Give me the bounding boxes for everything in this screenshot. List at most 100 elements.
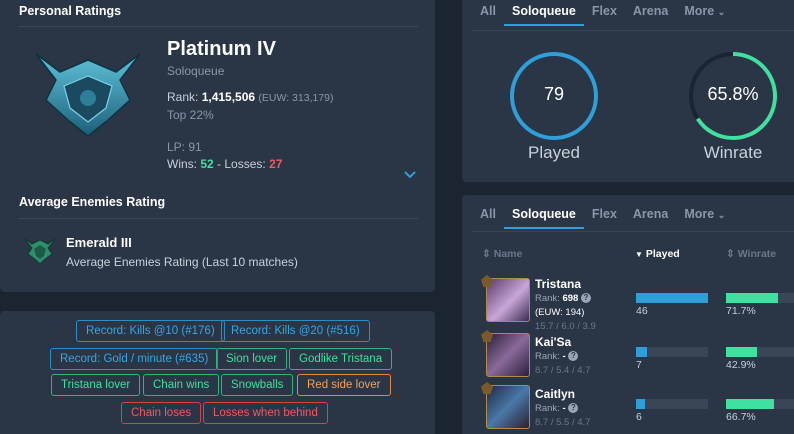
table-row[interactable]: Caitlyn Rank: - ? 8.7 / 5.5 / 4.7 6 66.7… [462, 382, 794, 434]
divider [472, 231, 794, 232]
champion-rank: Rank: - ? [535, 403, 579, 414]
tab-all[interactable]: All [472, 207, 504, 221]
played-label: Played [528, 143, 580, 162]
tab-soloqueue[interactable]: Soloqueue [503, 4, 584, 26]
tab-flex[interactable]: Flex [584, 207, 625, 221]
column-header-played[interactable]: ▼ Played [635, 248, 680, 260]
champion-name: Caitlyn [535, 387, 576, 401]
tag-chain-wins[interactable]: Chain wins [143, 374, 220, 396]
champion-rank-prefix: Rank: [535, 403, 563, 414]
tag-sion-lover[interactable]: Sion lover [216, 348, 288, 370]
rank-prefix: Rank: [167, 90, 202, 104]
winrate-value: 65.8% [707, 84, 759, 104]
chevron-down-icon: ⌄ [717, 210, 726, 220]
sort-icon: ⇕ [482, 248, 491, 260]
champion-portrait-kaisa [486, 333, 530, 377]
tab-arena[interactable]: Arena [625, 207, 676, 221]
help-icon[interactable]: ? [580, 293, 591, 304]
played-bar-fill [636, 293, 708, 303]
column-header-winrate[interactable]: ⇕ Winrate [726, 248, 776, 260]
rank-tier: Platinum IV [167, 38, 276, 60]
expand-chevron-icon[interactable] [404, 167, 416, 179]
tag-red-side-lover[interactable]: Red side lover [297, 374, 391, 396]
table-row[interactable]: Kai'Sa Rank: - ? 8.7 / 5.4 / 4.7 7 42.9% [462, 330, 794, 385]
tag-record-kills-10[interactable]: Record: Kills @10 (#176) [76, 320, 225, 342]
help-icon[interactable]: ? [568, 403, 579, 414]
rank-top-percent: Top 22% [167, 108, 214, 122]
table-row[interactable]: Tristana Rank: 698 ? (EUW: 194) 15.7 / 6… [462, 275, 794, 332]
played-value: 79 [543, 84, 565, 104]
divider [18, 26, 418, 27]
champion-rank-value: - [562, 403, 566, 414]
rank-euw: (EUW: 313,179) [258, 92, 334, 104]
tags-card: Record: Kills @10 (#176) Record: Kills @… [0, 311, 435, 434]
tab-flex[interactable]: Flex [584, 4, 625, 18]
champion-table-card: All Soloqueue Flex Arena More ⌄ ⇕ Name ▼… [462, 195, 794, 434]
column-header-name-label: Name [493, 248, 523, 260]
played-bar-fill [636, 399, 646, 409]
column-header-winrate-label: Winrate [737, 248, 777, 260]
champion-rank-euw: (EUW: 194) [535, 307, 585, 318]
tab-more[interactable]: More ⌄ [676, 4, 733, 18]
tag-record-kills-20[interactable]: Record: Kills @20 (#516) [221, 320, 370, 342]
queue-stats-card: All Soloqueue Flex Arena More ⌄ 79 Playe… [462, 0, 794, 182]
winrate-bar-fill [726, 347, 757, 357]
winrate-bar-fill [726, 399, 775, 409]
queue-tabs-bottom: All Soloqueue Flex Arena More ⌄ [472, 207, 733, 229]
tag-chain-loses[interactable]: Chain loses [121, 402, 202, 424]
platinum-emblem-icon [28, 50, 148, 140]
wins-prefix: Wins: [167, 157, 201, 171]
column-header-played-label: Played [645, 248, 680, 260]
winrate-bar [726, 347, 794, 357]
help-icon[interactable]: ? [568, 351, 579, 362]
champion-name: Kai'Sa [535, 335, 572, 349]
divider [18, 218, 418, 219]
tag-godlike-tristana[interactable]: Godlike Tristana [289, 348, 393, 370]
champion-kda: 15.7 / 6.0 / 3.9 [535, 321, 596, 332]
winrate-label: Winrate [703, 143, 763, 162]
winrate-bar [726, 399, 794, 409]
winrate-bar-fill [726, 293, 778, 303]
lp-value: LP: 91 [167, 140, 202, 154]
champion-rank: Rank: - ? [535, 351, 579, 362]
played-bar [636, 293, 708, 303]
tab-more-label: More [684, 4, 715, 18]
rank-queue: Soloqueue [167, 64, 225, 78]
tab-more-label: More [684, 207, 715, 221]
winrate-percent: 42.9% [726, 359, 756, 371]
sort-icon: ⇕ [726, 248, 735, 260]
divider [472, 30, 794, 31]
enemies-description: Average Enemies Rating (Last 10 matches) [66, 255, 298, 269]
tag-snowballs[interactable]: Snowballs [221, 374, 294, 396]
played-count: 46 [636, 305, 648, 317]
played-count: 6 [636, 411, 642, 423]
champion-kda: 8.7 / 5.4 / 4.7 [535, 365, 591, 376]
tab-arena[interactable]: Arena [625, 4, 676, 18]
played-bar-fill [636, 347, 647, 357]
tab-soloqueue[interactable]: Soloqueue [503, 207, 584, 229]
champion-rank-value: - [562, 351, 566, 362]
losses-count: 27 [269, 157, 283, 171]
tab-more[interactable]: More ⌄ [676, 207, 733, 221]
champion-kda: 8.7 / 5.5 / 4.7 [535, 417, 591, 428]
played-count: 7 [636, 359, 642, 371]
wins-count: 52 [200, 157, 214, 171]
winrate-percent: 66.7% [726, 411, 756, 423]
personal-ratings-title: Personal Ratings [19, 4, 122, 18]
tag-losses-when-behind[interactable]: Losses when behind [203, 402, 328, 424]
tag-tristana-lover[interactable]: Tristana lover [51, 374, 141, 396]
tab-all[interactable]: All [472, 4, 504, 18]
champion-portrait-tristana [486, 278, 530, 322]
average-enemies-title: Average Enemies Rating [19, 195, 166, 209]
column-header-name[interactable]: ⇕ Name [482, 248, 522, 260]
losses-prefix: Losses: [224, 157, 270, 171]
tag-record-gold-minute[interactable]: Record: Gold / minute (#635) [50, 348, 219, 370]
wins-losses-separator: - [213, 157, 225, 171]
champion-rank-prefix: Rank: [535, 293, 563, 304]
enemies-tier: Emerald III [66, 235, 132, 250]
champion-portrait-caitlyn [486, 385, 530, 429]
winrate-bar [726, 293, 794, 303]
played-bar [636, 347, 708, 357]
winrate-ring: 65.8% [687, 50, 779, 142]
played-bar [636, 399, 708, 409]
